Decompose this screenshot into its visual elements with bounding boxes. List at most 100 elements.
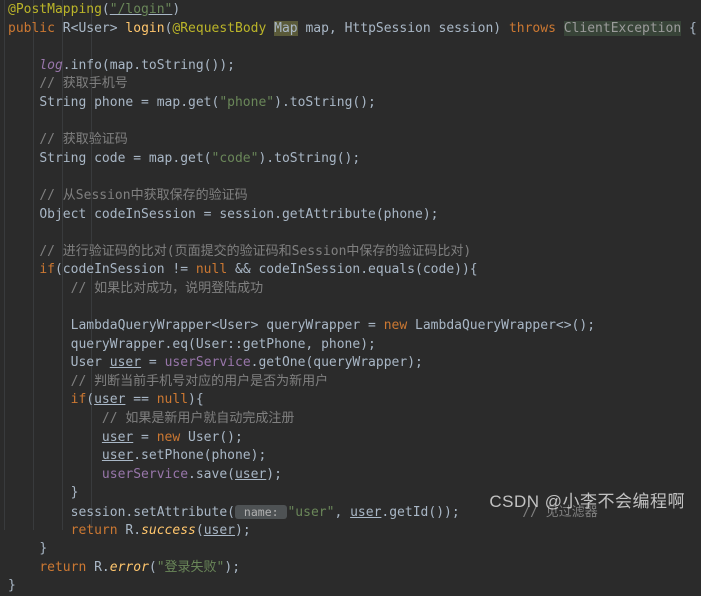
code-token-kw: if bbox=[70, 392, 87, 408]
code-line[interactable]: if(user == null){ bbox=[0, 391, 701, 410]
code-line[interactable]: // 获取验证码 bbox=[0, 131, 701, 150]
code-token-kw: if bbox=[39, 262, 55, 278]
code-token-kw: null bbox=[195, 262, 228, 278]
code-token-cmt: // 如果是新用户就自动完成注册 bbox=[101, 411, 295, 427]
code-line[interactable]: userService.save(user); bbox=[0, 466, 701, 485]
code-line[interactable]: public R<User> login(@RequestBody Map ma… bbox=[0, 20, 701, 39]
code-token-id: session.setAttribute( bbox=[70, 505, 235, 521]
code-token-hl-map: Map bbox=[274, 20, 298, 36]
code-line[interactable] bbox=[0, 168, 701, 187]
code-token-id: ( bbox=[86, 392, 95, 408]
code-token-id: user bbox=[350, 505, 382, 521]
code-token-id: .getOne(queryWrapper); bbox=[250, 355, 423, 371]
code-token-fld: userService bbox=[164, 355, 251, 371]
code-line[interactable]: User user = userService.getOne(queryWrap… bbox=[0, 354, 701, 373]
code-line[interactable]: // 进行验证码的比对(页面提交的验证码和Session中保存的验证码比对) bbox=[0, 243, 701, 262]
code-line[interactable]: return R.error("登录失败"); bbox=[0, 559, 701, 578]
code-token-mtdi: success bbox=[141, 522, 196, 538]
code-token-ann: @PostMapping bbox=[8, 2, 102, 17]
code-token-str: "/login" bbox=[109, 2, 173, 17]
code-line[interactable] bbox=[0, 299, 701, 318]
code-line[interactable]: user.setPhone(phone); bbox=[0, 447, 701, 466]
code-token-id: R<User> bbox=[54, 20, 126, 36]
code-line[interactable]: return R.success(user); bbox=[0, 522, 701, 541]
code-line[interactable]: String phone = map.get("phone").toString… bbox=[0, 94, 701, 113]
code-token-id: LambdaQueryWrapper<>(); bbox=[407, 318, 596, 334]
code-token-id: User bbox=[70, 355, 110, 371]
code-line[interactable]: @PostMapping("/login") bbox=[0, 1, 701, 20]
code-token-id: user bbox=[203, 522, 236, 538]
code-token-id: user bbox=[94, 392, 126, 408]
code-token-id: LambdaQueryWrapper<User> queryWrapper = bbox=[70, 318, 384, 334]
code-line[interactable]: } bbox=[0, 577, 701, 596]
code-line[interactable]: } bbox=[0, 540, 701, 559]
code-token-id: ).toString(); bbox=[274, 94, 376, 110]
code-token-id: ); bbox=[224, 559, 241, 575]
code-token-id bbox=[266, 21, 274, 36]
code-token-id: .getId()); bbox=[381, 505, 460, 521]
code-token-id: (codeInSession != bbox=[54, 262, 196, 278]
code-token-id: { bbox=[681, 20, 697, 36]
code-line[interactable]: // 如果比对成功，说明登陆成功 bbox=[0, 280, 701, 299]
code-token-id bbox=[556, 21, 564, 36]
code-line[interactable]: // 从Session中获取保存的验证码 bbox=[0, 187, 701, 206]
code-token-id: } bbox=[8, 578, 16, 594]
code-token-str: "user" bbox=[287, 505, 335, 521]
code-line[interactable] bbox=[0, 224, 701, 243]
code-token-mtd: login bbox=[125, 20, 165, 36]
code-line[interactable]: // 获取手机号 bbox=[0, 75, 701, 94]
code-line[interactable] bbox=[0, 38, 701, 57]
code-line[interactable]: String code = map.get("code").toString()… bbox=[0, 150, 701, 169]
code-token-mtdi: error bbox=[109, 559, 149, 575]
code-token-cmt: // 如果比对成功，说明登陆成功 bbox=[70, 280, 264, 296]
code-token-id: ( bbox=[195, 522, 204, 538]
code-line[interactable]: // 判断当前手机号对应的用户是否为新用户 bbox=[0, 373, 701, 392]
code-token-id: user bbox=[234, 466, 267, 482]
code-token-hl-exc: ClientException bbox=[563, 20, 682, 36]
code-token-str: "登录失败" bbox=[156, 559, 225, 575]
code-line[interactable]: user = new User(); bbox=[0, 429, 701, 448]
code-token-id: ) bbox=[172, 2, 181, 17]
code-token-id: == bbox=[125, 392, 157, 408]
code-token-id: String code = map.get( bbox=[39, 150, 212, 166]
code-token-id: user bbox=[109, 355, 142, 371]
code-token-id: User(); bbox=[180, 429, 243, 445]
code-token-kw: throws bbox=[508, 20, 556, 36]
code-token-id: R. bbox=[117, 522, 142, 538]
code-line[interactable]: log.info(map.toString()); bbox=[0, 57, 701, 76]
code-line[interactable]: queryWrapper.eq(User::getPhone, phone); bbox=[0, 336, 701, 355]
code-token-kw: public bbox=[8, 20, 55, 36]
code-token-kw: return bbox=[39, 559, 87, 575]
code-line[interactable]: LambdaQueryWrapper<User> queryWrapper = … bbox=[0, 317, 701, 336]
code-token-id: user bbox=[101, 448, 134, 464]
code-line[interactable]: if(codeInSession != null && codeInSessio… bbox=[0, 261, 701, 280]
code-line[interactable]: // 如果是新用户就自动完成注册 bbox=[0, 410, 701, 429]
code-token-cmt: // 判断当前手机号对应的用户是否为新用户 bbox=[70, 373, 329, 389]
code-token-cmt: // 获取验证码 bbox=[39, 132, 128, 148]
code-token-id: String phone = map.get( bbox=[39, 94, 220, 110]
code-token-id: ); bbox=[235, 522, 251, 538]
code-line[interactable]: Object codeInSession = session.getAttrib… bbox=[0, 206, 701, 225]
code-token-str: "code" bbox=[211, 150, 259, 166]
code-line[interactable] bbox=[0, 113, 701, 132]
code-token-id: R. bbox=[86, 559, 110, 575]
code-editor[interactable]: @PostMapping("/login") public R<User> log… bbox=[0, 0, 701, 593]
